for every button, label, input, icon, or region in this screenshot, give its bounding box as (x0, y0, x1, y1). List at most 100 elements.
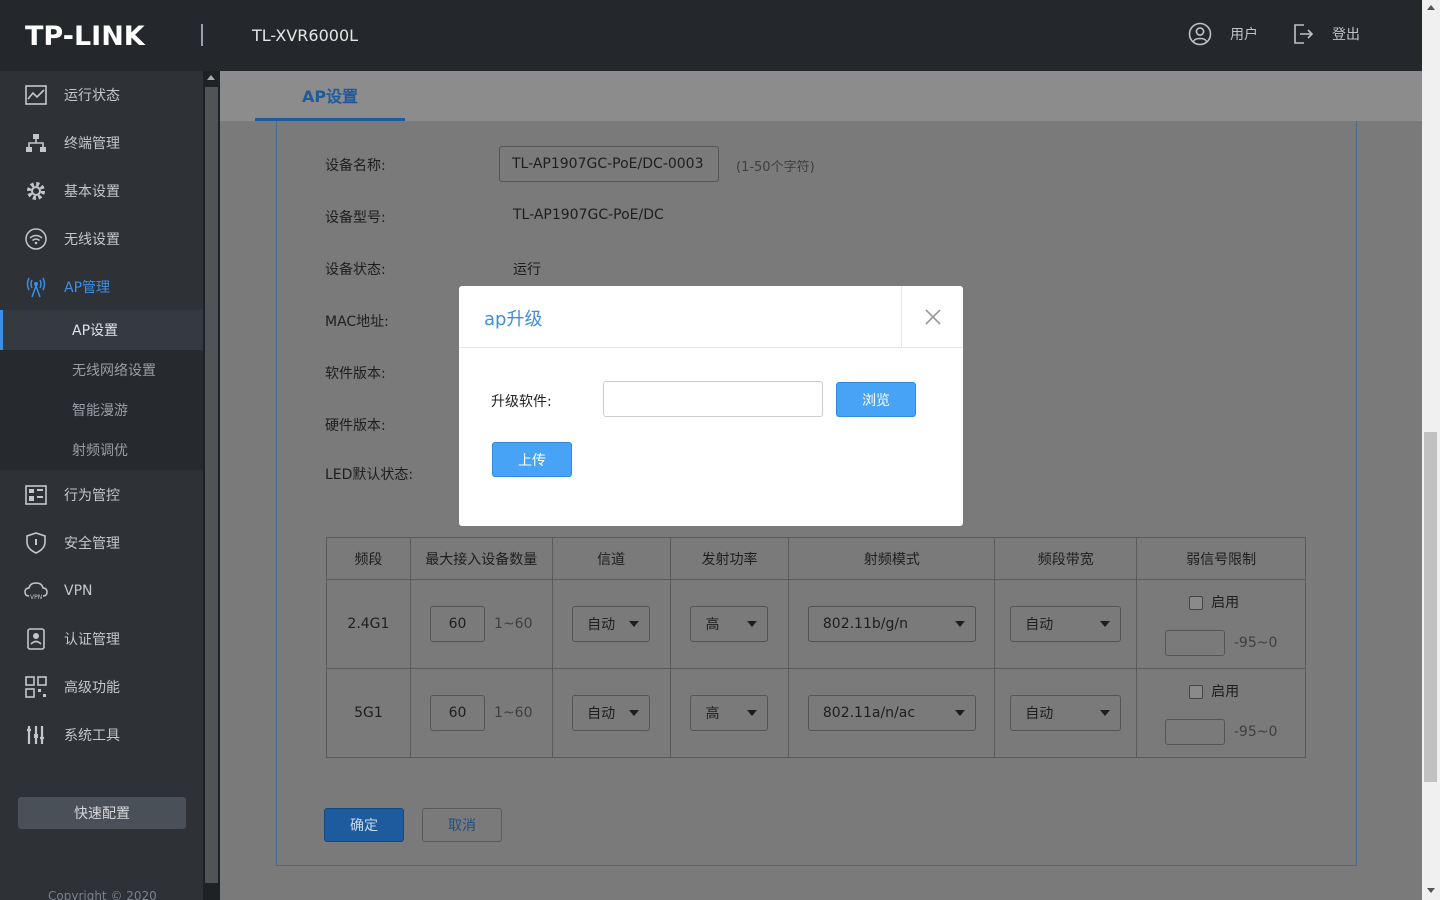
table-row: 2.4G1 60 1~60 自动 高 802.11b/g/n 自动 启用 -95~… (326, 579, 1306, 669)
weak-signal-input[interactable] (1164, 630, 1225, 656)
device-name-input[interactable]: TL-AP1907GC-PoE/DC-0003 (499, 146, 719, 182)
bandwidth-select[interactable]: 自动 (1010, 695, 1122, 731)
device-name-label: 设备名称: (325, 158, 386, 174)
scroll-down-arrow-icon[interactable] (1427, 888, 1435, 893)
bandwidth-value: 自动 (1025, 706, 1054, 722)
sidebar-item-behavior[interactable]: 行为管控 (0, 471, 203, 519)
user-icon (1188, 22, 1212, 46)
weak-signal-range: -95~0 (1233, 724, 1278, 740)
sidebar-item-basic[interactable]: 基本设置 (0, 167, 203, 215)
col-channel: 信道 (551, 537, 671, 580)
weak-signal-cell: 启用 -95~0 (1136, 579, 1306, 669)
device-model-label: 设备型号: (325, 210, 386, 226)
logout-icon (1294, 24, 1314, 44)
cancel-button[interactable]: 取消 (422, 808, 502, 842)
tools-icon (24, 723, 48, 747)
logout-button[interactable]: 登出 (1292, 22, 1360, 46)
tab-ap-settings[interactable]: AP设置 (255, 71, 405, 121)
weak-signal-input[interactable] (1164, 719, 1225, 745)
mode-select[interactable]: 802.11b/g/n (807, 606, 976, 642)
page-scroll-thumb[interactable] (1424, 432, 1437, 782)
max-devices-cell: 60 1~60 (409, 579, 553, 669)
vpn-cloud-icon: VPN (24, 579, 48, 603)
col-tx-power: 发射功率 (669, 537, 790, 580)
ap-upgrade-dialog: ap升级 升级软件: 浏览 上传 (459, 286, 963, 526)
sidebar-subitem-roaming[interactable]: 智能漫游 (0, 390, 203, 430)
network-tree-icon (24, 131, 48, 155)
sidebar-item-terminal[interactable]: 终端管理 (0, 119, 203, 167)
sidebar-item-label: 基本设置 (64, 184, 120, 200)
scroll-up-arrow-icon[interactable] (207, 75, 215, 80)
scroll-up-arrow-icon[interactable] (1427, 5, 1435, 10)
enable-checkbox[interactable] (1189, 596, 1204, 610)
power-value: 高 (705, 617, 720, 633)
page-scrollbar[interactable] (1422, 0, 1440, 900)
sidebar-item-label: 高级功能 (64, 680, 120, 696)
sidebar-item-label: 安全管理 (64, 536, 120, 552)
caret-down-icon (954, 621, 965, 627)
sidebar-item-auth[interactable]: 认证管理 (0, 615, 203, 663)
device-name-hint: (1-50个字符) (736, 160, 815, 175)
quick-config-button[interactable]: 快速配置 (18, 797, 186, 829)
caret-down-icon (747, 621, 758, 627)
channel-select[interactable]: 自动 (572, 606, 651, 642)
sidebar-subitem-ap-settings[interactable]: AP设置 (0, 310, 203, 350)
confirm-button[interactable]: 确定 (324, 808, 404, 842)
sidebar-item-ap-management[interactable]: AP管理 (0, 263, 203, 311)
dialog-close-button[interactable] (901, 286, 963, 348)
close-icon (924, 309, 941, 325)
gear-icon (24, 179, 48, 203)
bandwidth-value: 自动 (1025, 617, 1054, 633)
sidebar-scrollbar[interactable] (203, 71, 220, 900)
max-devices-input[interactable]: 60 (430, 695, 486, 731)
sidebar: 运行状态 终端管理 基本设置 无线设置 AP管理 AP设置 无线网络设置 智能漫… (0, 71, 203, 900)
max-devices-cell: 60 1~60 (409, 668, 553, 758)
chart-icon (24, 83, 48, 107)
weak-signal-range: -95~0 (1233, 635, 1278, 651)
monitor-control-icon (24, 483, 48, 507)
mode-select[interactable]: 802.11a/n/ac (807, 695, 976, 731)
upgrade-file-input[interactable] (603, 381, 823, 417)
mode-cell: 802.11a/n/ac (788, 668, 996, 758)
browse-button[interactable]: 浏览 (836, 382, 916, 417)
svg-text:VPN: VPN (30, 594, 42, 601)
channel-select[interactable]: 自动 (572, 695, 651, 731)
mode-cell: 802.11b/g/n (788, 579, 996, 669)
sidebar-item-system-tools[interactable]: 系统工具 (0, 711, 203, 759)
user-area: 用户 登出 (1154, 22, 1360, 46)
radio-settings-table: 频段 最大接入设备数量 信道 发射功率 射频模式 频段带宽 弱信号限制 2.4G… (326, 537, 1306, 758)
sidebar-subitem-wireless-network[interactable]: 无线网络设置 (0, 350, 203, 390)
power-select[interactable]: 高 (690, 606, 769, 642)
bandwidth-select[interactable]: 自动 (1010, 606, 1122, 642)
dialog-title: ap升级 (484, 309, 543, 330)
sidebar-subitem-rf-tuning[interactable]: 射频调优 (0, 430, 203, 470)
sidebar-scroll-thumb[interactable] (205, 87, 218, 883)
max-devices-range: 1~60 (494, 705, 533, 721)
enable-label: 启用 (1211, 595, 1240, 611)
caret-down-icon (954, 710, 965, 716)
col-band: 频段 (326, 537, 411, 580)
led-status-label: LED默认状态: (325, 467, 414, 483)
sidebar-item-vpn[interactable]: VPN VPN (0, 567, 203, 615)
header-separator (201, 24, 203, 46)
bandwidth-cell: 自动 (994, 668, 1138, 758)
channel-cell: 自动 (551, 579, 671, 669)
bandwidth-cell: 自动 (994, 579, 1138, 669)
enable-checkbox[interactable] (1189, 685, 1204, 699)
upload-button[interactable]: 上传 (492, 442, 572, 477)
software-version-label: 软件版本: (325, 366, 386, 382)
sidebar-item-status[interactable]: 运行状态 (0, 71, 203, 119)
user-label: 用户 (1230, 27, 1258, 43)
sidebar-item-advanced[interactable]: 高级功能 (0, 663, 203, 711)
sidebar-item-security[interactable]: 安全管理 (0, 519, 203, 567)
power-select[interactable]: 高 (690, 695, 769, 731)
mode-value: 802.11b/g/n (822, 616, 908, 632)
sidebar-item-wireless[interactable]: 无线设置 (0, 215, 203, 263)
tab-bar: AP设置 (220, 71, 1422, 121)
col-max-devices: 最大接入设备数量 (409, 537, 553, 580)
copyright-text: Copyright © 2020 (48, 889, 157, 900)
caret-down-icon (747, 710, 758, 716)
user-menu[interactable]: 用户 (1188, 22, 1258, 46)
shield-icon (24, 531, 48, 555)
max-devices-input[interactable]: 60 (430, 606, 486, 642)
